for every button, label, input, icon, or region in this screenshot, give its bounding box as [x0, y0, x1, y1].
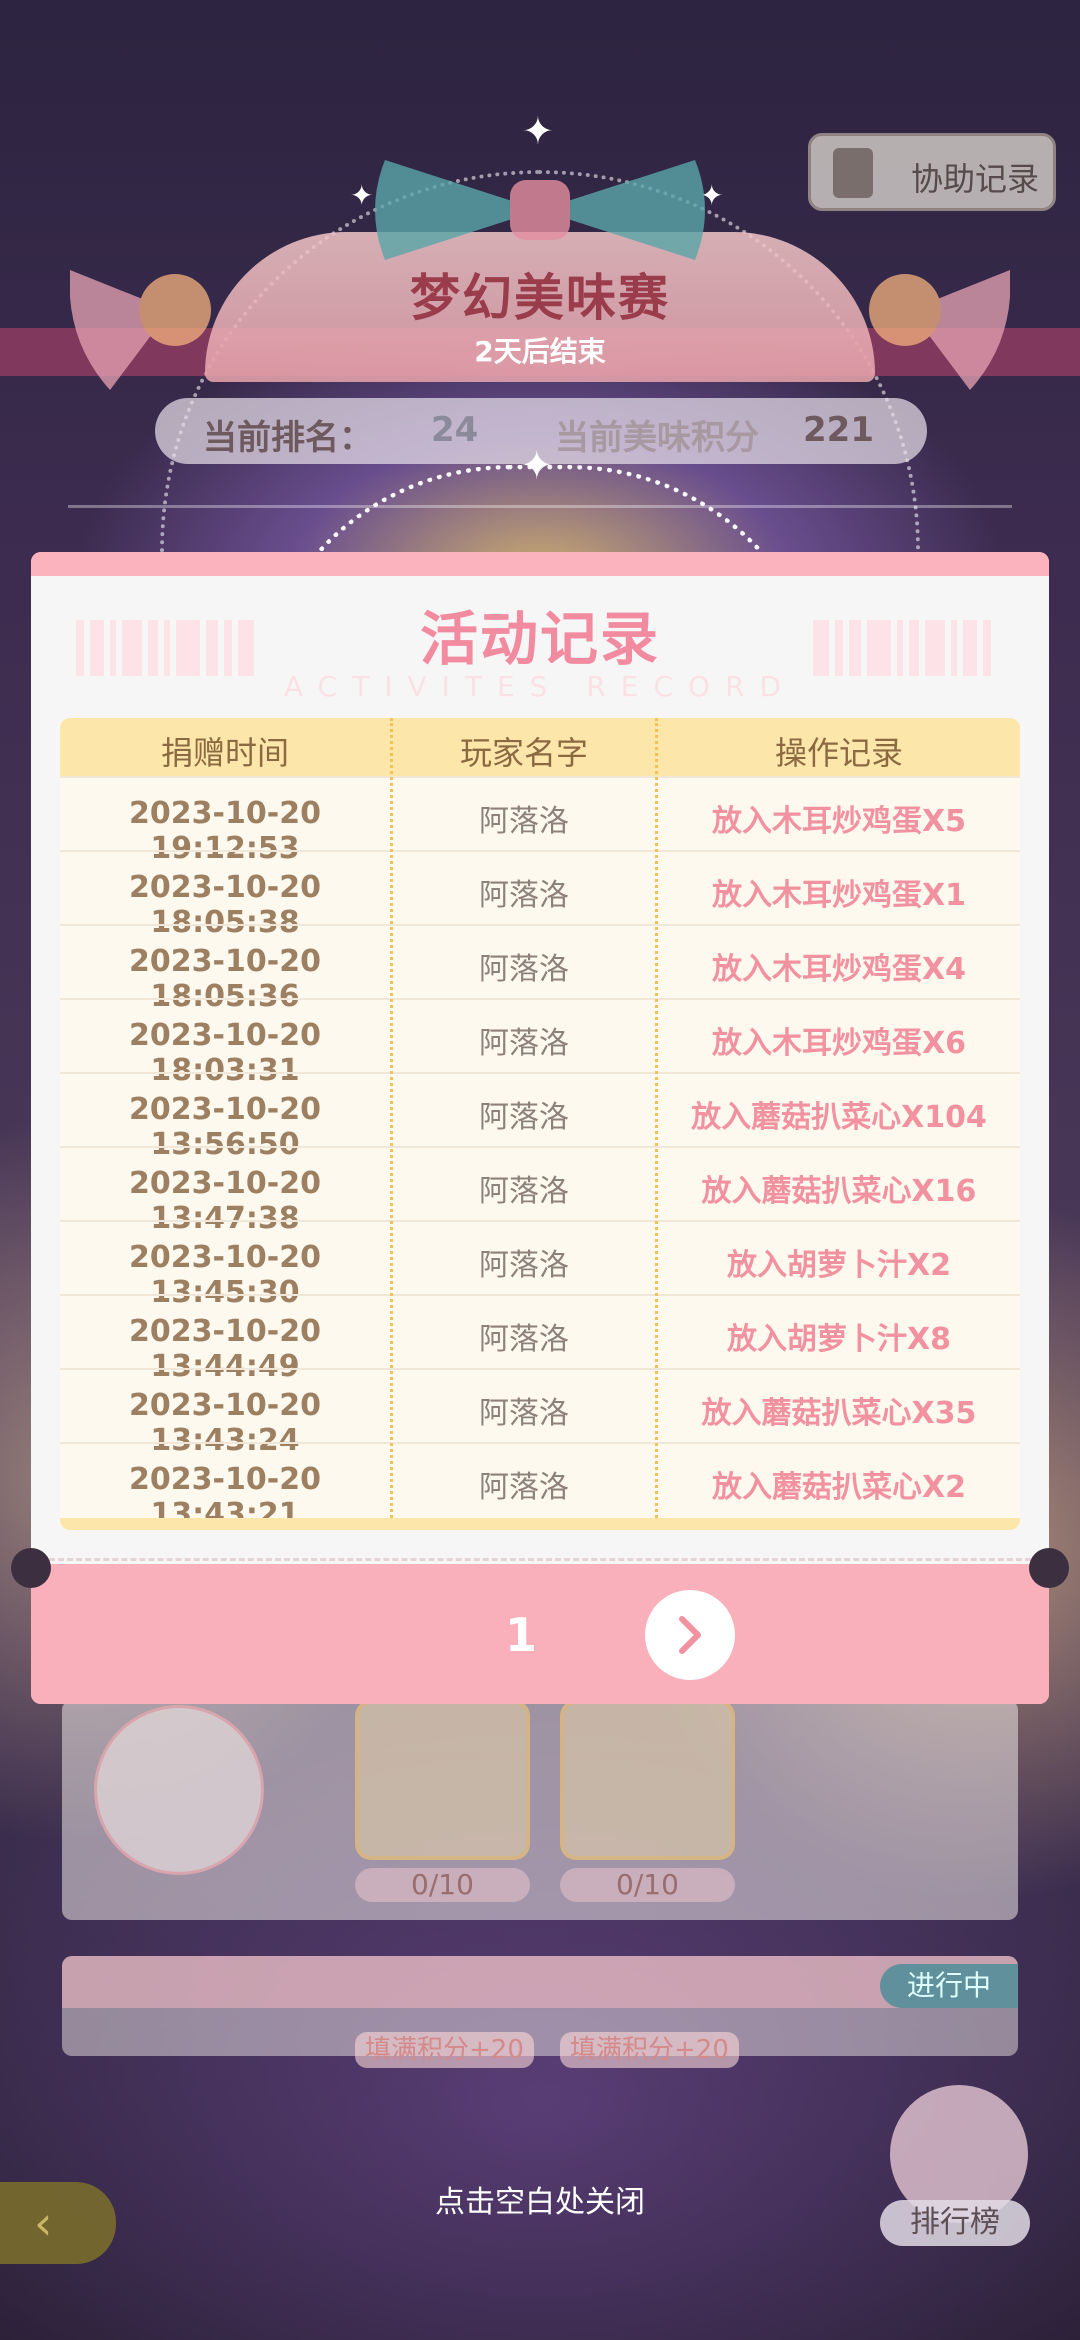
event-title: 梦幻美味赛 — [410, 269, 670, 327]
record-player-name: 阿落洛 — [479, 878, 569, 913]
help-record-label: 协助记录 — [911, 160, 1040, 198]
record-action: 放入蘑菇扒菜心X35 — [701, 1396, 977, 1431]
table-row: 2023-10-20 13:47:38 阿落洛 放入蘑菇扒菜心X16 — [60, 1146, 1020, 1236]
barcode-decoration — [76, 620, 266, 676]
column-header-player: 玩家名字 — [459, 734, 588, 772]
back-button[interactable]: ‹ — [0, 2182, 116, 2264]
record-player-name: 阿落洛 — [479, 1470, 569, 1505]
table-row: 2023-10-20 13:43:21 阿落洛 放入蘑菇扒菜心X2 — [60, 1442, 1020, 1530]
column-divider — [390, 718, 393, 1518]
record-player-name: 阿落洛 — [479, 952, 569, 987]
next-page-button[interactable] — [645, 1590, 735, 1680]
ticket-notch — [11, 1548, 51, 1588]
score-label: 当前美味积分 — [555, 418, 759, 458]
pagination-bar: 1 — [31, 1564, 1049, 1704]
record-table: 捐赠时间 玩家名字 操作记录 2023-10-20 19:12:53 阿落洛 放入木… — [60, 718, 1020, 1530]
modal-title: 活动记录 — [419, 605, 660, 673]
modal-top-stripe — [31, 552, 1049, 576]
help-record-button[interactable]: 协助记录 — [808, 133, 1056, 211]
bow-icon — [375, 160, 705, 260]
record-action: 放入木耳炒鸡蛋X4 — [711, 952, 966, 987]
back-arrow-icon: ‹ — [34, 2196, 53, 2250]
record-player-name: 阿落洛 — [479, 1248, 569, 1283]
record-action: 放入木耳炒鸡蛋X1 — [711, 878, 966, 913]
table-row: 2023-10-20 13:44:49 阿落洛 放入胡萝卜汁X8 — [60, 1294, 1020, 1384]
barcode-decoration — [813, 620, 1003, 676]
record-action: 放入蘑菇扒菜心X2 — [711, 1470, 966, 1505]
table-row: 2023-10-20 18:05:38 阿落洛 放入木耳炒鸡蛋X1 — [60, 850, 1020, 940]
fill-score-tag: 填满积分+20 — [560, 2032, 739, 2068]
page-number: 1 — [504, 1608, 537, 1662]
table-row: 2023-10-20 13:45:30 阿落洛 放入胡萝卜汁X2 — [60, 1220, 1020, 1310]
record-player-name: 阿落洛 — [479, 1396, 569, 1431]
activity-record-modal: 活动记录 ACTIVITES RECORD 捐赠时间 玩家名字 操作记录 202… — [31, 552, 1049, 1704]
fill-score-tag: 填满积分+20 — [355, 2032, 534, 2068]
status-tag: 进行中 — [880, 1964, 1018, 2008]
record-action: 放入胡萝卜汁X8 — [726, 1322, 951, 1357]
recipe-panel-2-header — [62, 1956, 1018, 2008]
table-header: 捐赠时间 玩家名字 操作记录 — [60, 718, 1020, 776]
sparkle-icon: ✦ — [522, 109, 554, 153]
cake-icon — [94, 1705, 264, 1875]
record-player-name: 阿落洛 — [479, 804, 569, 839]
table-row: 2023-10-20 19:12:53 阿落洛 放入木耳炒鸡蛋X5 — [60, 776, 1020, 866]
bow-left-icon — [70, 270, 211, 390]
table-footer — [60, 1518, 1020, 1530]
record-action: 放入木耳炒鸡蛋X5 — [711, 804, 966, 839]
sparkle-icon: ✦ — [520, 443, 554, 489]
leaderboard-button[interactable]: 排行榜 — [880, 2200, 1030, 2246]
modal-subtitle: ACTIVITES RECORD — [283, 670, 797, 703]
record-player-name: 阿落洛 — [479, 1322, 569, 1357]
chevron-right-icon — [679, 1616, 701, 1654]
record-action: 放入胡萝卜汁X2 — [726, 1248, 951, 1283]
bow-right-icon — [869, 270, 1010, 390]
record-action: 放入木耳炒鸡蛋X6 — [711, 1026, 966, 1061]
column-header-action: 操作记录 — [774, 734, 903, 772]
close-hint[interactable]: 点击空白处关闭 — [340, 2177, 740, 2221]
event-countdown: 2天后结束 — [474, 335, 606, 368]
column-divider — [655, 718, 658, 1518]
notebook-icon — [833, 148, 873, 198]
column-header-time: 捐赠时间 — [160, 734, 289, 772]
perforation-line — [31, 1558, 1049, 1561]
record-action: 放入蘑菇扒菜心X16 — [701, 1174, 977, 1209]
dish-count: 0/10 — [355, 1868, 530, 1902]
dish-count: 0/10 — [560, 1868, 735, 1902]
table-row: 2023-10-20 13:56:50 阿落洛 放入蘑菇扒菜心X104 — [60, 1072, 1020, 1162]
dish-slot[interactable] — [560, 1700, 735, 1860]
recipe-panel: 0/10 0/10 — [62, 1700, 1018, 1920]
table-row: 2023-10-20 18:05:36 阿落洛 放入木耳炒鸡蛋X4 — [60, 924, 1020, 1014]
dish-slot[interactable] — [355, 1700, 530, 1860]
record-player-name: 阿落洛 — [479, 1174, 569, 1209]
ticket-notch — [1029, 1548, 1069, 1588]
table-row: 2023-10-20 13:43:24 阿落洛 放入蘑菇扒菜心X35 — [60, 1368, 1020, 1458]
rank-value: 24 — [431, 410, 479, 450]
score-value: 221 — [803, 410, 874, 450]
rank-label: 当前排名： — [203, 418, 373, 458]
record-action: 放入蘑菇扒菜心X104 — [691, 1100, 987, 1135]
table-row: 2023-10-20 18:03:31 阿落洛 放入木耳炒鸡蛋X6 — [60, 998, 1020, 1088]
record-player-name: 阿落洛 — [479, 1100, 569, 1135]
record-player-name: 阿落洛 — [479, 1026, 569, 1061]
